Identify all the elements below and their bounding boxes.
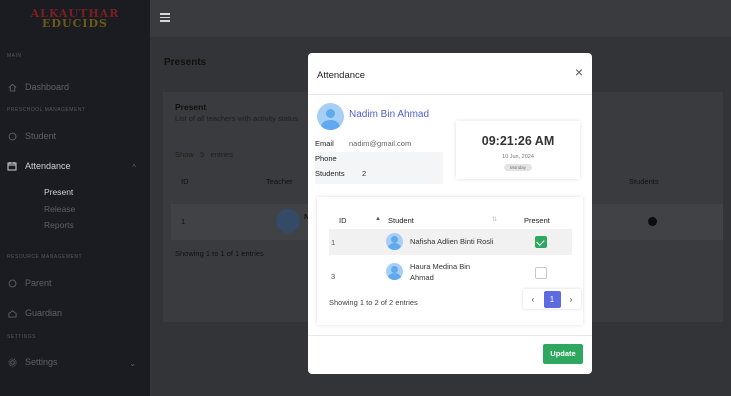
- entries-label: entries: [210, 150, 233, 159]
- update-button[interactable]: Update: [543, 344, 583, 364]
- phone-row: Phone: [315, 152, 443, 167]
- student-name-line1: Haura Medina Bin: [410, 262, 471, 271]
- prev-page-button[interactable]: ‹: [527, 295, 539, 304]
- sidebar-item-dashboard[interactable]: Dashboard: [7, 82, 69, 92]
- column-header-teacher[interactable]: Teacher: [266, 177, 293, 186]
- section-preschool: PRESCHOOL MANAGEMENT: [7, 107, 86, 113]
- sidebar-item-label: Settings: [25, 357, 58, 367]
- email-label: Email: [315, 139, 334, 148]
- column-header-students[interactable]: Students: [629, 177, 659, 186]
- email-value: nadim@gmail.com: [349, 139, 412, 148]
- avatar: [386, 263, 403, 280]
- attendance-modal: Attendance × Nadim Bin Ahmad Email nadim…: [308, 53, 592, 374]
- sidebar-item-label: Parent: [25, 278, 52, 288]
- modal-footer-divider: [308, 335, 592, 336]
- section-main: MAIN: [7, 53, 22, 59]
- avatar: [386, 233, 403, 250]
- sidebar: ALKAUTHAR EDUCIDS MAIN Dashboard PRESCHO…: [0, 0, 150, 396]
- pagination: ‹ 1 ›: [523, 289, 581, 309]
- logo-text-bottom: EDUCIDS: [42, 16, 108, 30]
- show-value[interactable]: 5: [200, 150, 204, 159]
- sort-icon[interactable]: ⇅: [492, 216, 497, 223]
- phone-label: Phone: [315, 154, 337, 163]
- present-checkbox[interactable]: [535, 236, 547, 248]
- sidebar-item-label: Guardian: [25, 308, 63, 318]
- card-subtitle: List of all teachers with activity statu…: [175, 114, 298, 123]
- row-id: 1: [181, 217, 186, 226]
- column-header-student[interactable]: Student: [388, 216, 414, 225]
- sidebar-subitem-reports[interactable]: Reports: [44, 220, 74, 230]
- sidebar-item-settings[interactable]: Settings: [7, 357, 58, 367]
- row-id: 1: [331, 238, 336, 247]
- students-row: Students 2: [315, 167, 443, 184]
- page-title: Presents: [164, 57, 207, 68]
- brand-logo[interactable]: ALKAUTHAR EDUCIDS: [0, 0, 150, 37]
- clock-card: 09:21:26 AM 10 Jun, 2024 Monday: [456, 121, 580, 179]
- table-info: Showing 1 to 2 of 2 entries: [329, 298, 418, 307]
- next-page-button[interactable]: ›: [565, 295, 577, 304]
- sidebar-item-guardian[interactable]: Guardian: [7, 308, 62, 318]
- sidebar-item-label: Student: [25, 131, 57, 141]
- home-icon: [7, 82, 17, 92]
- current-time: 09:21:26 AM: [481, 134, 555, 148]
- close-icon[interactable]: ×: [575, 65, 583, 79]
- student-attendance-table: ID ▲ Student ⇅ Present 1 Nafisha Adlien …: [317, 197, 583, 325]
- table-info: Showing 1 to 1 of 1 entries: [175, 249, 264, 258]
- teacher-avatar: [317, 103, 344, 130]
- student-name-line2: Ahmad: [410, 273, 434, 282]
- sidebar-item-attendance[interactable]: Attendance: [7, 161, 71, 171]
- guardian-icon: [7, 308, 17, 318]
- email-row: Email nadim@gmail.com: [315, 137, 443, 152]
- show-label: Show: [175, 150, 194, 159]
- students-count-badge: [648, 217, 657, 226]
- page-button-1[interactable]: 1: [543, 290, 561, 308]
- present-checkbox[interactable]: [535, 267, 547, 279]
- sidebar-subitem-release[interactable]: Release: [44, 204, 75, 214]
- student-name: Nafisha Adlien Binti Rosli: [410, 237, 494, 246]
- sort-asc-icon[interactable]: ▲: [375, 216, 381, 222]
- sidebar-item-label: Dashboard: [25, 82, 70, 92]
- section-settings: SETTINGS: [7, 334, 37, 340]
- row-id: 3: [331, 272, 336, 281]
- current-date: 10 Jun, 2024: [502, 154, 534, 160]
- top-bar: [150, 0, 731, 37]
- modal-title: Attendance: [317, 70, 366, 81]
- sidebar-item-label: Attendance: [25, 161, 71, 171]
- column-header-id[interactable]: ID: [181, 177, 189, 186]
- section-resource: RESOURCE MANAGEMENT: [7, 254, 83, 260]
- sidebar-item-student[interactable]: Student: [7, 131, 56, 141]
- gear-icon: [7, 357, 17, 367]
- avatar: [276, 209, 300, 233]
- table-row[interactable]: 1 Nafisha Adlien Binti Rosli: [329, 229, 572, 255]
- chevron-down-icon[interactable]: ⌄: [129, 359, 136, 368]
- sidebar-item-parent[interactable]: Parent: [7, 278, 52, 288]
- column-header-present[interactable]: Present: [524, 216, 550, 225]
- day-badge: Monday: [504, 164, 532, 171]
- calendar-icon: [7, 161, 17, 171]
- chevron-up-icon[interactable]: ^: [132, 163, 136, 172]
- entries-selector[interactable]: Show 5 entries: [175, 150, 233, 159]
- students-value: 2: [362, 169, 367, 178]
- student-icon: [7, 131, 17, 141]
- students-label: Students: [315, 169, 345, 178]
- menu-icon[interactable]: [160, 13, 170, 24]
- card-title: Present: [175, 102, 207, 112]
- parent-icon: [7, 278, 17, 288]
- sidebar-subitem-present[interactable]: Present: [44, 187, 73, 197]
- teacher-name: Nadim Bin Ahmad: [349, 109, 430, 120]
- modal-header-divider: [308, 94, 592, 95]
- column-header-id[interactable]: ID: [339, 216, 347, 225]
